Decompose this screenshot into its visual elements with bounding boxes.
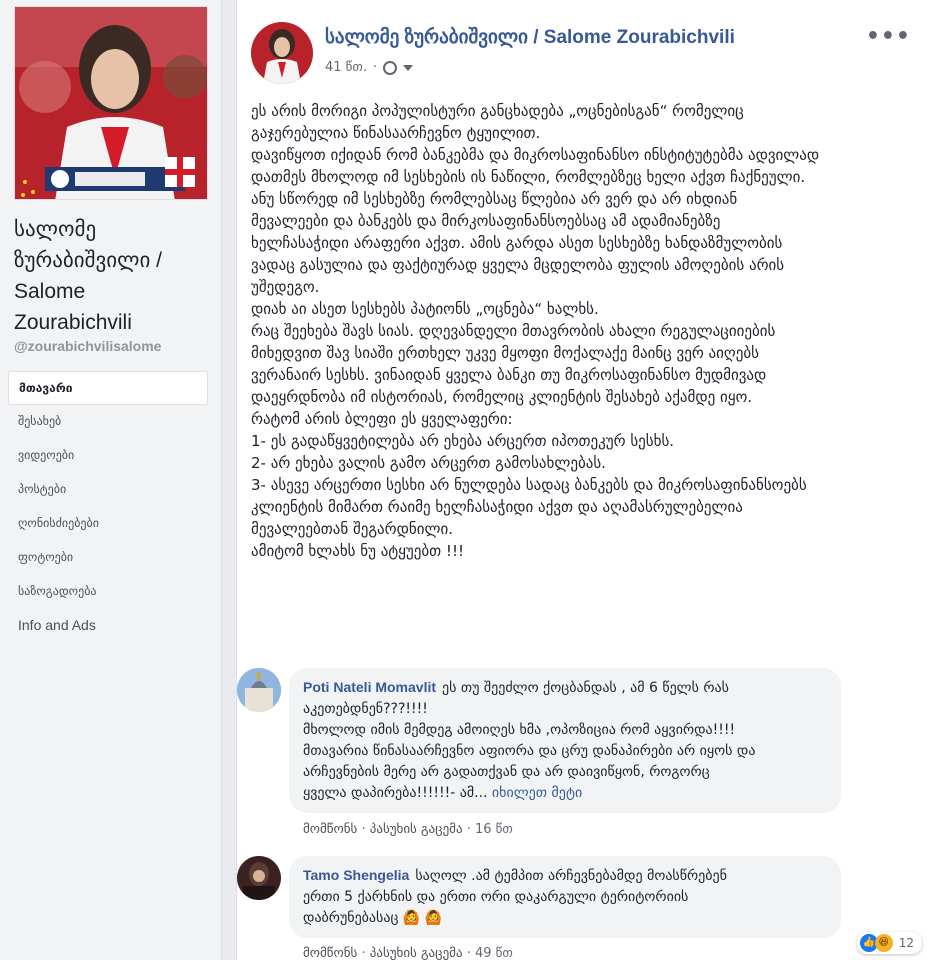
page-name-line: სალომე xyxy=(14,218,97,241)
post-line: დაეყრდნობა იმ ისტორიას, რომელიც კლიენტის… xyxy=(251,388,753,406)
commenter-avatar[interactable] xyxy=(237,668,281,712)
comment-actions: მომწონს · პასუხის გაცემა · 16 წთ xyxy=(303,822,513,837)
comment-line: აკეთებდნენ???!!!! xyxy=(303,701,428,717)
post-author[interactable]: სალომე ზურაბიშვილი / Salome Zourabichvil… xyxy=(325,26,735,49)
post-line: ეს არის მორიგი პოპულისტური განცხადება „ო… xyxy=(251,102,744,120)
post-line: დიახ აი ასეთ სესხებს პატიონს „ოცნება“ ხა… xyxy=(251,300,599,318)
comment-reply-link[interactable]: პასუხის გაცემა xyxy=(370,822,463,837)
post-timestamp[interactable]: 41 წთ. xyxy=(325,60,367,75)
comment-author[interactable]: Tamo Shengelia xyxy=(303,867,409,883)
post-line: 1- ეს გადაწყვეტილება არ ეხება არცერთ იპო… xyxy=(251,432,675,450)
post-line: უშედეგო. xyxy=(251,278,320,296)
post-line: დათმეს მხოლოდ იმ სესხების ის ნაწილი, რომ… xyxy=(251,168,806,186)
nav-item-photos[interactable]: ფოტოები xyxy=(8,541,208,575)
page-nav: მთავარი შესახებ ვიდეოები პოსტები ღონისძი… xyxy=(8,371,208,643)
comment-reply-link[interactable]: პასუხის გაცემა xyxy=(370,946,463,960)
page-sidebar: სალომე ზურაბიშვილი / Salome Zourabichvil… xyxy=(0,0,222,960)
commenter-avatar-graphic xyxy=(237,856,281,900)
comment-author[interactable]: Poti Nateli Momavlit xyxy=(303,679,436,695)
comment-timestamp[interactable]: 16 წთ xyxy=(475,822,513,837)
comment-line: დაბრუნებასაც 🙆 🙆 xyxy=(303,910,443,926)
post-line: დავიწყოთ იქიდან რომ ბანკებმა და მიკროსაფ… xyxy=(251,146,820,164)
comment-like-link[interactable]: მომწონს xyxy=(303,822,357,837)
commenter-avatar[interactable] xyxy=(237,856,281,900)
haha-reaction-icon: 😆 xyxy=(874,934,893,952)
comment-line: ყველა დაპირება!!!!!!- ამ... xyxy=(303,785,488,801)
nav-item-posts[interactable]: პოსტები xyxy=(8,473,208,507)
post-line: ხელჩასაჭიდი არაფერი აქვთ. ამის გარდა ასე… xyxy=(251,234,783,252)
chevron-down-icon[interactable] xyxy=(403,64,414,71)
author-avatar-graphic xyxy=(251,22,313,84)
post-meta: 41 წთ. · xyxy=(325,60,414,75)
nav-item-community[interactable]: საზოგადოება xyxy=(8,575,208,609)
post-line: გაჯერებულია წინასაარჩევნო ტყუილით. xyxy=(251,124,541,142)
nav-item-events[interactable]: ღონისძიებები xyxy=(8,507,208,541)
page-name[interactable]: სალომე ზურაბიშვილი / Salome Zourabichvil… xyxy=(14,214,214,338)
post-line: 2- არ ეხება ვალის გამო არცერთ გამოსახლებ… xyxy=(251,454,606,472)
separator-dot: · xyxy=(466,946,475,960)
comment-line: მხოლოდ იმის მემდეგ ამოიღეს ხმა ,ოპოზიცია… xyxy=(303,722,736,738)
separator-dot: · xyxy=(361,946,370,960)
nav-item-videos[interactable]: ვიდეოები xyxy=(8,439,208,473)
post-line: ანუ სწორედ იმ სესხებზე რომლებსაც წლებია … xyxy=(251,190,738,208)
comment-line: ეს თუ შეეძლო ქოცბანდას , ამ 6 წელს რას xyxy=(442,680,729,696)
post-line: ვერანაირ სესხს. ვინაიდან ყველა ბანკი თუ … xyxy=(251,366,767,384)
profile-photo-graphic xyxy=(15,7,207,199)
more-options-icon[interactable]: ••• xyxy=(866,24,911,49)
comment-timestamp[interactable]: 49 წთ xyxy=(475,946,513,960)
reaction-count: 12 xyxy=(898,936,914,950)
comment-line: ერთი 5 ქარხნის და ერთი ორი დაკარგული ტერ… xyxy=(303,889,689,905)
post-line: კლიენტის მიმართ რაიმე ხელჩასაჭიდი აქვთ დ… xyxy=(251,498,743,516)
post-card: სალომე ზურაბიშვილი / Salome Zourabichvil… xyxy=(236,0,931,960)
nav-item-about[interactable]: შესახებ xyxy=(8,405,208,439)
separator-dot: · xyxy=(361,822,370,837)
post-line: რატომ არის ბლეფი ეს ყველაფერი: xyxy=(251,410,513,428)
separator-dot: · xyxy=(466,822,475,837)
commenter-avatar-graphic xyxy=(237,668,281,712)
post-line: მიხედვით შავ სიაში ერთხელ უკვე მყოფი მოქ… xyxy=(251,344,759,362)
post-line: მევალეებთან შეგარდნილი. xyxy=(251,520,453,538)
comment-line: არჩევნების მერე არ გადათქვან და არ დაივი… xyxy=(303,764,710,780)
post-line: 3- ასევე არცერთი სესხი არ ნულდება სადაც … xyxy=(251,476,807,494)
reaction-summary[interactable]: 👍 😆 12 xyxy=(856,932,922,954)
post-line: რაც შეეხება შავს სიას. დღევანდელი მთავრო… xyxy=(251,322,776,340)
post-header: სალომე ზურაბიშვილი / Salome Zourabichvil… xyxy=(251,22,911,84)
comment-actions: მომწონს · პასუხის გაცემა · 49 წთ xyxy=(303,946,513,960)
comment-bubble: Poti Nateli Momavlit ეს თუ შეეძლო ქოცბანდ… xyxy=(289,668,841,813)
comment-line: საღოლ .ამ ტემპით არჩევნებამდე მოასწრებენ xyxy=(415,868,727,884)
comment-bubble: Tamo Shengelia საღოლ .ამ ტემპით არჩევნება… xyxy=(289,856,841,938)
author-avatar[interactable] xyxy=(251,22,313,84)
page-name-line: ზურაბიშვილი / xyxy=(14,249,162,272)
separator-dot: · xyxy=(372,60,378,75)
page-name-line: Zourabichvili xyxy=(14,311,132,334)
globe-icon[interactable] xyxy=(383,60,398,75)
profile-picture[interactable] xyxy=(14,6,208,200)
nav-item-home[interactable]: მთავარი xyxy=(8,371,208,405)
post-body: ეს არის მორიგი პოპულისტური განცხადება „ო… xyxy=(251,100,916,562)
nav-item-info-and-ads[interactable]: Info and Ads xyxy=(8,609,208,643)
see-more-link[interactable]: იხილეთ მეტი xyxy=(492,785,582,801)
post-line: ვადაც გასულია და ფაქტიურად ყველა მცდელობ… xyxy=(251,256,785,274)
comment-like-link[interactable]: მომწონს xyxy=(303,946,357,960)
page-name-line: Salome xyxy=(14,280,86,303)
post-line: ამიტომ ხლახს ნუ ატყუებთ !!! xyxy=(251,542,464,560)
comment-line: მთავარია წინასაარჩევნო აფიორა და ცრუ დან… xyxy=(303,743,756,759)
post-line: მევალეები და ბანკებს და მირკოსაფინანსოებ… xyxy=(251,212,721,230)
page-handle[interactable]: @zourabichvilisalome xyxy=(14,338,161,354)
